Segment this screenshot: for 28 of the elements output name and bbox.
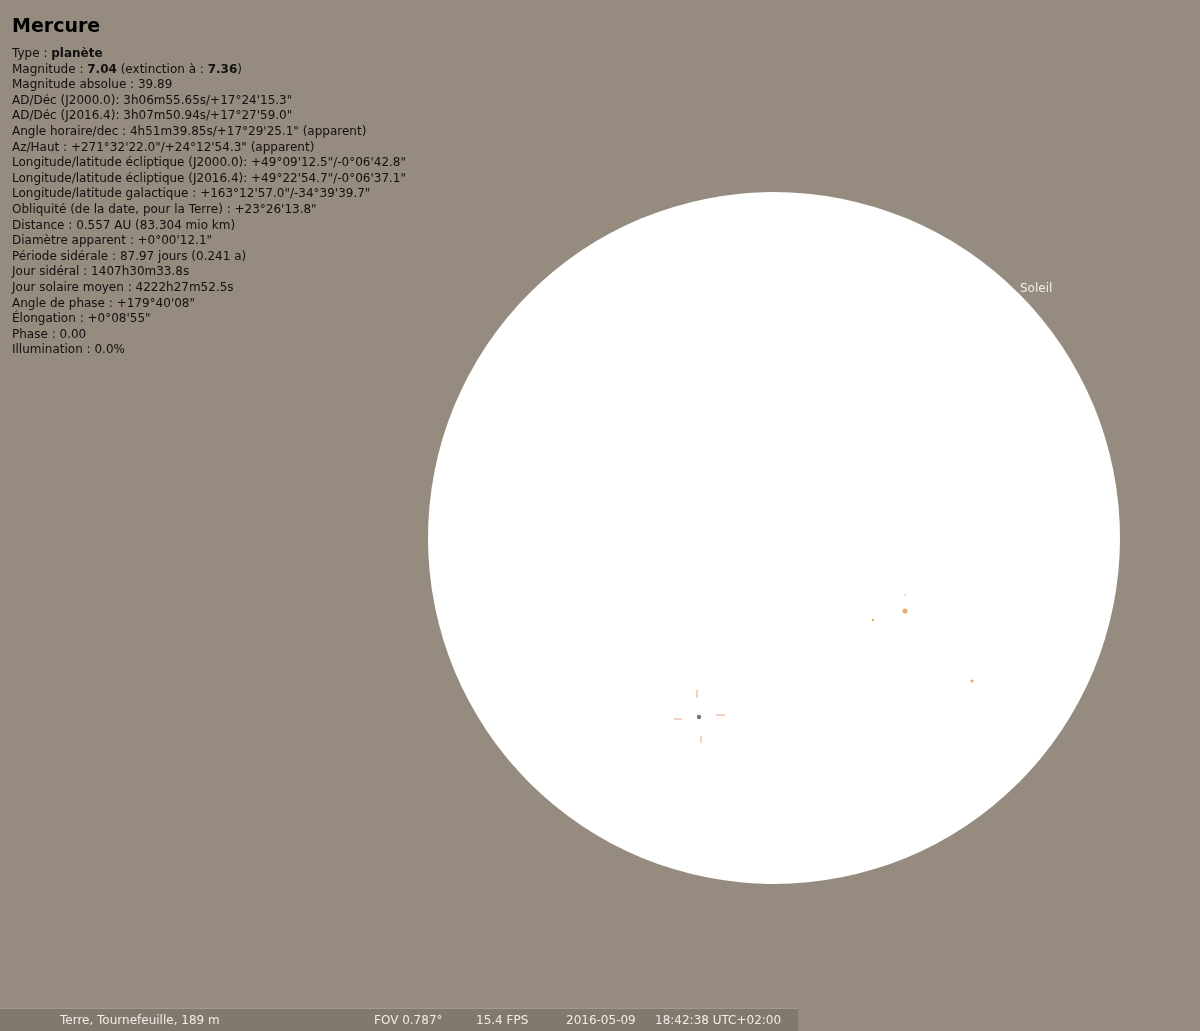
info-line: Az/Haut : +271°32'22.0"/+24°12'54.3" (apparent) xyxy=(12,139,316,156)
time-text: 18:42:38 UTC+02:00 xyxy=(655,1012,782,1029)
info-line: Magnitude : 7.04 (extinction à : 7.36) xyxy=(12,61,243,78)
info-line: Jour sidéral : 1407h30m33.8s xyxy=(12,264,191,280)
info-line: Longitude/latitude galactique : +163°12'57.0"/-34°39'39.7" xyxy=(12,186,372,202)
planet-marker-icon xyxy=(673,689,726,744)
info-line: Période sidérale : 87.97 jours (0.241 a) xyxy=(12,248,248,265)
info-line: AD/Déc (J2000.0): 3h06m55.65s/+17°24'15.3" xyxy=(12,92,294,109)
info-line: Angle horaire/dec : 4h51m39.85s/+17°29'25.1" (apparent) xyxy=(12,123,368,140)
info-line: Longitude/latitude écliptique (J2016.4): +49°22'54.7"/-0°06'37.1" xyxy=(12,170,406,187)
info-line: Élongation : +0°08'55" xyxy=(12,311,152,327)
info-line: Illumination : 0.0% xyxy=(12,342,126,358)
fov-text: FOV 0.787° xyxy=(374,1012,444,1029)
info-line: Phase : 0.00 xyxy=(12,326,88,343)
info-line: Diamètre apparent : +0°00'12.1" xyxy=(12,233,214,249)
info-line: Distance : 0.557 AU (83.304 mio km) xyxy=(12,217,237,234)
fps-text: 15.4 FPS xyxy=(476,1012,530,1029)
info-line: Obliquité (de la date, pour la Terre) : +23°26'13.8" xyxy=(12,201,318,218)
location-text: Terre, Tournefeuille, 189 m xyxy=(60,1012,221,1029)
info-line: Jour solaire moyen : 4222h27m52.5s xyxy=(12,279,235,296)
date-text: 2016-05-09 xyxy=(566,1012,637,1029)
info-line: Angle de phase : +179°40'08" xyxy=(12,295,196,310)
sun-label: Soleil xyxy=(1020,280,1053,297)
info-line: Magnitude absolue : 39.89 xyxy=(12,77,174,93)
object-title: Mercure xyxy=(12,14,102,36)
info-line: Longitude/latitude écliptique (J2000.0): +49°09'12.5"/-0°06'42.8" xyxy=(12,155,406,171)
info-line: AD/Déc (J2016.4): 3h07m50.94s/+17°27'59.0" xyxy=(12,108,294,124)
info-line: Type : planète xyxy=(12,46,104,62)
